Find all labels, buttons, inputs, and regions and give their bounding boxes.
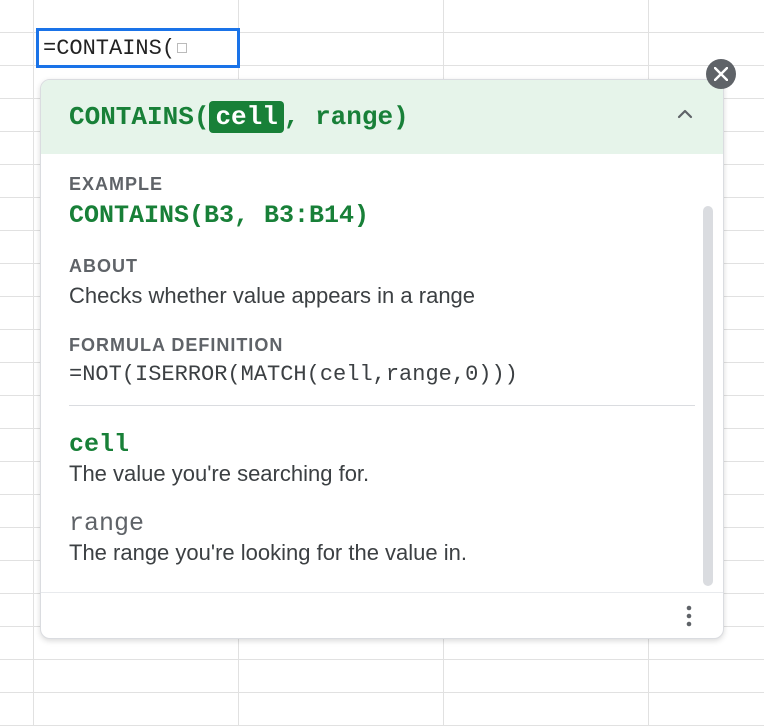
signature-bar: CONTAINS(cell, range) [41,80,723,154]
help-footer [41,592,723,638]
param-name-range: range [69,509,695,538]
example-label: EXAMPLE [69,174,695,195]
formula-input-cell[interactable]: =CONTAINS( [36,28,240,68]
signature-sep: , [284,102,315,132]
param-desc-range: The range you're looking for the value i… [69,540,695,566]
about-text: Checks whether value appears in a range [69,283,695,309]
formula-help-tooltip: CONTAINS(cell, range) EXAMPLE CONTAINS(B… [40,79,724,639]
more-options-icon[interactable] [675,602,703,630]
signature-active-arg: cell [209,101,283,133]
signature-close: ) [393,102,409,132]
scrollbar[interactable] [703,206,713,586]
param-desc-cell: The value you're searching for. [69,461,695,487]
help-card: CONTAINS(cell, range) EXAMPLE CONTAINS(B… [40,79,724,639]
chevron-up-icon[interactable] [675,102,695,132]
text-cursor [177,43,187,53]
example-code: CONTAINS(B3, B3:B14) [69,201,695,230]
help-body: EXAMPLE CONTAINS(B3, B3:B14) ABOUT Check… [41,154,723,592]
param-name-cell: cell [69,430,695,459]
about-label: ABOUT [69,256,695,277]
formula-input-text: =CONTAINS( [43,36,175,61]
close-icon[interactable] [706,59,736,89]
divider [69,405,695,406]
signature-text: CONTAINS(cell, range) [69,102,409,132]
signature-open: ( [194,102,210,132]
definition-label: FORMULA DEFINITION [69,335,695,356]
signature-funcname: CONTAINS [69,102,194,132]
signature-rest-args: range [315,102,393,132]
definition-code: =NOT(ISERROR(MATCH(cell,range,0))) [69,362,695,387]
